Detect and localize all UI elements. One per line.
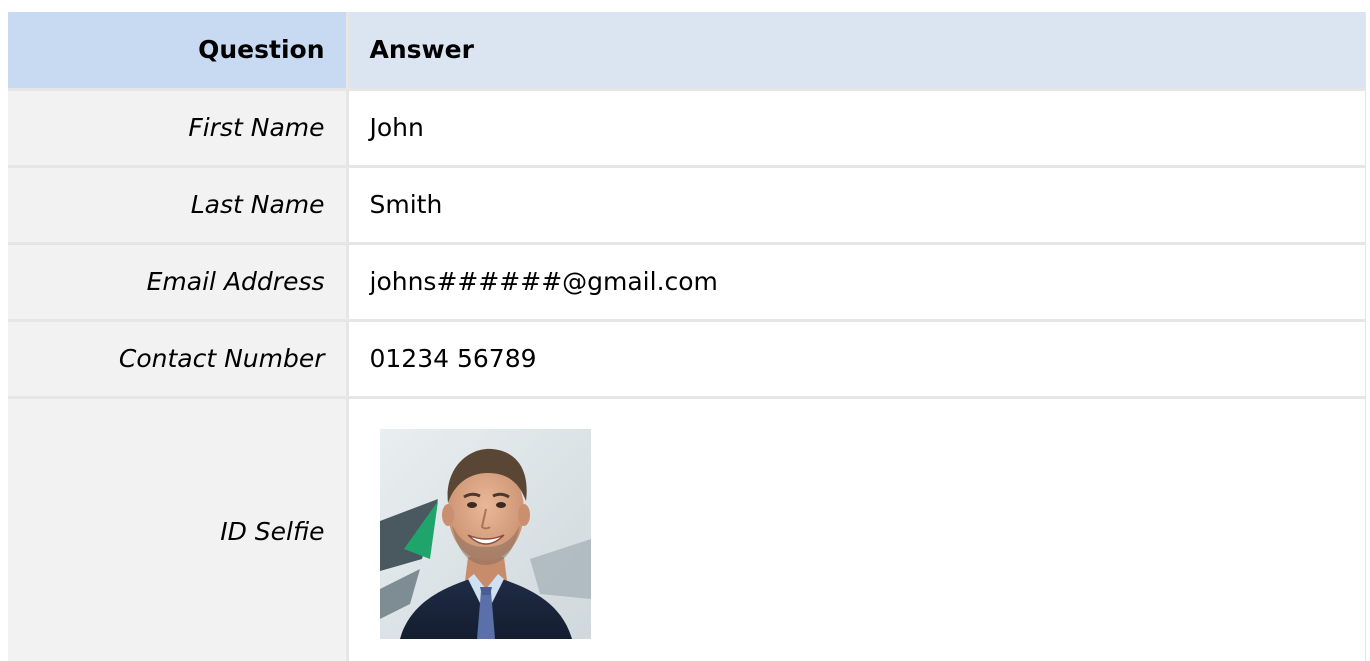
question-cell: Contact Number — [8, 320, 349, 399]
answer-cell: Smith — [347, 166, 1366, 245]
answer-cell: johns######@gmail.com — [347, 243, 1366, 322]
form-answers-table-container: Question Answer First Name John Last Nam… — [8, 12, 1366, 661]
answer-cell: John — [347, 89, 1366, 168]
table-row-email-address: Email Address johns######@gmail.com — [8, 243, 1366, 322]
question-cell: First Name — [8, 89, 349, 168]
question-column-header: Question — [8, 12, 349, 91]
table-row-last-name: Last Name Smith — [8, 166, 1366, 245]
table-header-row: Question Answer — [8, 12, 1366, 91]
table-row-id-selfie: ID Selfie — [8, 397, 1366, 661]
answer-cell — [347, 397, 1366, 661]
question-cell: ID Selfie — [8, 397, 349, 661]
question-cell: Last Name — [8, 166, 349, 245]
table-row-contact-number: Contact Number 01234 56789 — [8, 320, 1366, 399]
answer-cell: 01234 56789 — [347, 320, 1366, 399]
selfie-photo[interactable] — [379, 428, 591, 639]
question-cell: Email Address — [8, 243, 349, 322]
form-answers-table: Question Answer First Name John Last Nam… — [8, 12, 1366, 661]
answer-column-header: Answer — [347, 12, 1366, 91]
table-row-first-name: First Name John — [8, 89, 1366, 168]
